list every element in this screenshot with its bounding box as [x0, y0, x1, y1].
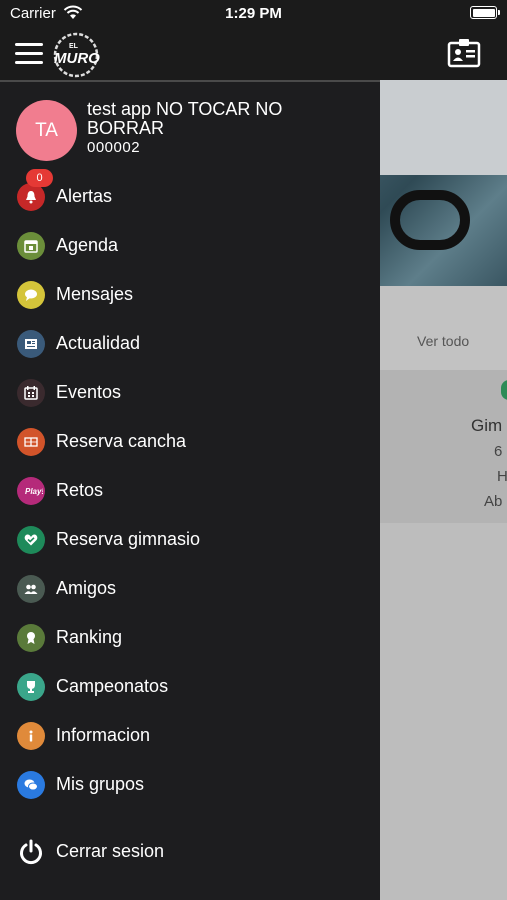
power-icon [20, 839, 42, 865]
logo-small-text: EL [69, 43, 79, 50]
menu-item-label: Retos [56, 480, 104, 500]
menu-item-label: Eventos [56, 382, 122, 402]
menu-item-agenda[interactable]: Agenda [0, 226, 380, 266]
menu-item-reserva-cancha[interactable]: Reserva cancha [0, 422, 380, 462]
menu-item-ranking[interactable]: Ranking [0, 618, 380, 658]
hamburger-line [15, 52, 43, 55]
logout-label: Cerrar sesion [56, 841, 165, 861]
event-icon [17, 379, 45, 407]
menu-item-label: Mensajes [56, 284, 134, 304]
hamburger-line [15, 61, 43, 64]
logout-button[interactable]: Cerrar sesion [0, 832, 380, 872]
status-bar: Carrier 1:29 PM [0, 0, 507, 30]
alert-count-badge: 0 [26, 169, 53, 187]
menu-item-alertas[interactable]: 0 Alertas [0, 169, 380, 217]
user-id: 000002 [87, 139, 141, 156]
bell-icon [17, 183, 45, 211]
photo-machine [390, 190, 470, 250]
menu-item-label: Campeonatos [56, 676, 169, 696]
gym-card-title: Gim [471, 416, 503, 435]
menu-item-mis-grupos[interactable]: Mis grupos [0, 765, 380, 805]
trophy-icon [17, 673, 45, 701]
menu-item-amigos[interactable]: Amigos [0, 569, 380, 609]
avatar[interactable]: TA [16, 100, 77, 161]
content-card [380, 286, 507, 370]
friends-icon [17, 575, 45, 603]
play-icon-text: Play! [25, 487, 43, 496]
groups-icon [17, 771, 45, 799]
status-dot [501, 380, 507, 400]
menu-item-label: Amigos [56, 578, 117, 598]
menu-item-label: Informacion [56, 725, 151, 745]
id-card-icon[interactable] [447, 38, 481, 68]
play-icon: Play! [17, 477, 45, 505]
menu-item-label: Mis grupos [56, 774, 145, 794]
gym-card-line: Ab [484, 493, 503, 510]
info-icon [17, 722, 45, 750]
gym-photo [380, 80, 507, 286]
main-content-behind-drawer: Ver todo Gim 6 H Ab [380, 80, 507, 900]
navigation-drawer: TA test app NO TOCAR NO BORRAR 000002 0 … [0, 80, 380, 900]
menu-item-actualidad[interactable]: Actualidad [0, 324, 380, 364]
menu-item-label: Ranking [56, 627, 123, 647]
menu-item-label: Actualidad [56, 333, 141, 353]
ranking-icon [17, 624, 45, 652]
app-header: EL MURO [0, 30, 507, 80]
logo-text: MURO [54, 50, 100, 67]
clock: 1:29 PM [225, 5, 282, 22]
calendar-icon [17, 232, 45, 260]
see-all-link[interactable]: Ver todo [417, 333, 469, 349]
gym-icon [17, 526, 45, 554]
chat-icon [17, 281, 45, 309]
battery-icon [470, 6, 500, 19]
court-icon [17, 428, 45, 456]
el-muro-logo: EL MURO [53, 32, 100, 78]
menu-item-campeonatos[interactable]: Campeonatos [0, 667, 380, 707]
gym-card-line: 6 [494, 443, 503, 460]
menu-item-label: Alertas [56, 186, 113, 206]
menu-item-mensajes[interactable]: Mensajes [0, 275, 380, 315]
news-icon [17, 330, 45, 358]
menu-item-label: Reserva cancha [56, 431, 187, 451]
menu-item-reserva-gimnasio[interactable]: Reserva gimnasio [0, 520, 380, 560]
hamburger-menu-button[interactable] [15, 43, 45, 67]
hamburger-line [15, 43, 43, 46]
menu-item-eventos[interactable]: Eventos [0, 373, 380, 413]
menu-item-retos[interactable]: Play! Retos [0, 471, 380, 511]
menu-item-informacion[interactable]: Informacion [0, 716, 380, 756]
menu-item-label: Reserva gimnasio [56, 529, 201, 549]
menu-item-label: Agenda [56, 235, 119, 255]
gym-card-line: H [497, 468, 507, 485]
photo-sign [380, 80, 507, 175]
user-name: test app NO TOCAR NO BORRAR [87, 99, 283, 138]
